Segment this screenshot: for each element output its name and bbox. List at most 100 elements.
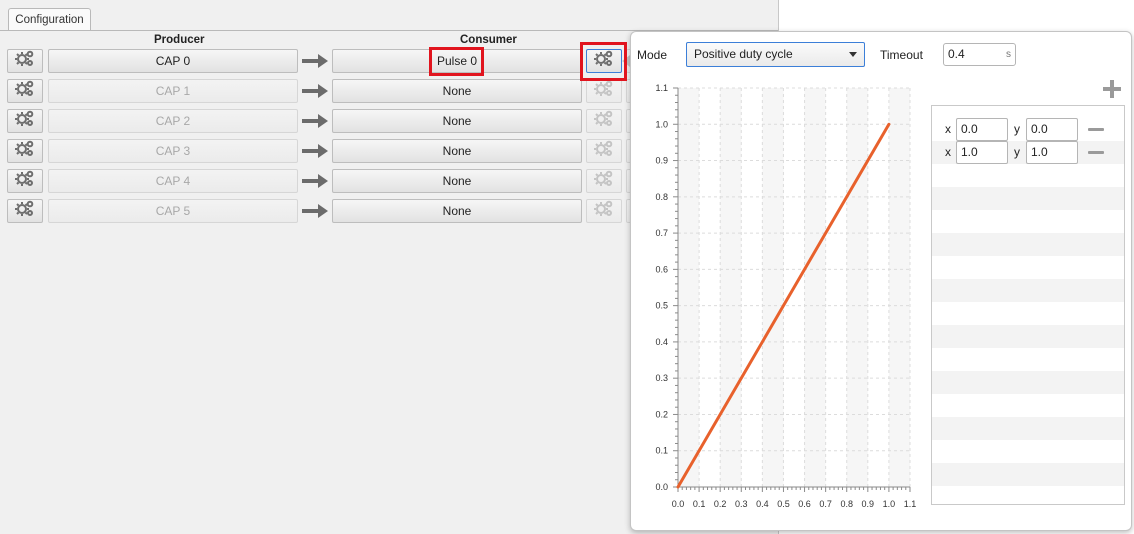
app-window: Configuration Producer Consumer CAP 0 Pul… bbox=[0, 0, 1134, 534]
duty-cycle-chart: 0.0 0.1 0.2 0.3 0.4 0.5 0.6 0.7 0.8 0.9 1.0 1.1 0.0 0… bbox=[633, 77, 923, 517]
y-tick-label: 0.6 bbox=[655, 264, 668, 274]
consumer-select-button[interactable]: Pulse 0 bbox=[332, 49, 582, 73]
table-row bbox=[932, 187, 1124, 210]
consumer-select-button[interactable]: None bbox=[332, 109, 582, 133]
point-x-input[interactable]: 0.0 bbox=[956, 118, 1008, 141]
producer-select-button[interactable]: CAP 5 bbox=[48, 199, 298, 223]
x-tick-label: 0.9 bbox=[862, 499, 875, 509]
table-row: x 1.0 y 1.0 bbox=[932, 141, 1124, 164]
chevron-down-icon bbox=[849, 52, 857, 57]
point-x-input[interactable]: 1.0 bbox=[956, 141, 1008, 164]
producer-select-button[interactable]: CAP 4 bbox=[48, 169, 298, 193]
timeout-label: Timeout bbox=[880, 48, 923, 62]
table-row bbox=[932, 233, 1124, 256]
consumer-select-button[interactable]: None bbox=[332, 169, 582, 193]
producer-select-button[interactable]: CAP 1 bbox=[48, 79, 298, 103]
consumer-settings-button[interactable] bbox=[586, 109, 622, 133]
y-tick-label: 0.2 bbox=[655, 409, 668, 419]
point-y-input[interactable]: 0.0 bbox=[1026, 118, 1078, 141]
producer-select-button[interactable]: CAP 2 bbox=[48, 109, 298, 133]
table-row bbox=[932, 486, 1124, 504]
table-row bbox=[932, 394, 1124, 417]
gear-icon bbox=[14, 79, 36, 104]
x-tick-label: 0.8 bbox=[840, 499, 853, 509]
table-row bbox=[932, 417, 1124, 440]
consumer-column-header: Consumer bbox=[460, 34, 517, 46]
gear-icon bbox=[593, 139, 615, 164]
mode-select-value: Positive duty cycle bbox=[694, 47, 793, 61]
x-tick-label: 0.1 bbox=[693, 499, 706, 509]
y-tick-label: 0.4 bbox=[655, 337, 668, 347]
point-y-input[interactable]: 1.0 bbox=[1026, 141, 1078, 164]
table-row bbox=[932, 210, 1124, 233]
y-tick-label: 1.1 bbox=[655, 83, 668, 93]
x-tick-label: 0.6 bbox=[798, 499, 811, 509]
consumer-settings-button[interactable] bbox=[586, 169, 622, 193]
table-row bbox=[932, 164, 1124, 187]
mode-select[interactable]: Positive duty cycle bbox=[686, 42, 865, 67]
y-tick-label: 0.9 bbox=[655, 156, 668, 166]
x-tick-label: 0.0 bbox=[672, 499, 685, 509]
x-label: x bbox=[945, 122, 951, 136]
consumer-select-button[interactable]: None bbox=[332, 139, 582, 163]
producer-settings-button[interactable] bbox=[7, 79, 43, 103]
chart-band bbox=[804, 88, 826, 487]
x-tick-label: 0.4 bbox=[756, 499, 769, 509]
timeout-unit: s bbox=[1006, 49, 1011, 60]
table-row bbox=[932, 325, 1124, 348]
x-tick-label: 1.1 bbox=[904, 499, 917, 509]
timeout-field[interactable]: 0.4 s bbox=[943, 43, 1016, 66]
chart-band bbox=[720, 88, 742, 487]
chart-band bbox=[846, 88, 868, 487]
table-row bbox=[932, 302, 1124, 325]
chart-band bbox=[678, 88, 700, 487]
y-tick-label: 0.8 bbox=[655, 192, 668, 202]
gear-icon bbox=[593, 199, 615, 224]
x-label: x bbox=[945, 145, 951, 159]
y-tick-label: 0.0 bbox=[655, 482, 668, 492]
producer-settings-button[interactable] bbox=[7, 139, 43, 163]
consumer-select-button[interactable]: None bbox=[332, 79, 582, 103]
producer-settings-button[interactable] bbox=[7, 109, 43, 133]
producer-select-button[interactable]: CAP 3 bbox=[48, 139, 298, 163]
y-label: y bbox=[1014, 122, 1020, 136]
add-point-icon[interactable] bbox=[1103, 80, 1121, 98]
gear-icon bbox=[14, 139, 36, 164]
popup-pointer bbox=[622, 55, 630, 67]
gear-icon bbox=[593, 109, 615, 134]
consumer-settings-button[interactable] bbox=[586, 199, 622, 223]
gear-icon bbox=[14, 49, 36, 74]
gear-icon bbox=[593, 169, 615, 194]
y-tick-label: 1.0 bbox=[655, 119, 668, 129]
consumer-settings-popup: Mode Positive duty cycle Timeout 0.4 s 0… bbox=[630, 31, 1132, 531]
consumer-settings-button[interactable] bbox=[586, 139, 622, 163]
y-tick-label: 0.3 bbox=[655, 373, 668, 383]
consumer-settings-button[interactable] bbox=[586, 79, 622, 103]
y-label: y bbox=[1014, 145, 1020, 159]
producer-select-button[interactable]: CAP 0 bbox=[48, 49, 298, 73]
gear-icon bbox=[14, 109, 36, 134]
chart-band bbox=[888, 88, 910, 487]
mode-label: Mode bbox=[637, 48, 668, 62]
x-tick-label: 0.2 bbox=[714, 499, 727, 509]
consumer-settings-button[interactable] bbox=[586, 49, 622, 73]
gear-icon bbox=[593, 79, 615, 104]
table-row bbox=[932, 440, 1124, 463]
gear-icon bbox=[593, 49, 615, 74]
chart-band bbox=[762, 88, 784, 487]
x-tick-label: 0.7 bbox=[819, 499, 832, 509]
table-row bbox=[932, 279, 1124, 302]
table-row bbox=[932, 463, 1124, 486]
gear-icon bbox=[14, 199, 36, 224]
producer-settings-button[interactable] bbox=[7, 199, 43, 223]
x-tick-label: 0.5 bbox=[777, 499, 790, 509]
tab-configuration[interactable]: Configuration bbox=[8, 8, 91, 31]
producer-settings-button[interactable] bbox=[7, 169, 43, 193]
producer-settings-button[interactable] bbox=[7, 49, 43, 73]
remove-point-icon[interactable] bbox=[1088, 151, 1104, 154]
table-row bbox=[932, 348, 1124, 371]
y-tick-label: 0.7 bbox=[655, 228, 668, 238]
remove-point-icon[interactable] bbox=[1088, 128, 1104, 131]
consumer-select-button[interactable]: None bbox=[332, 199, 582, 223]
x-tick-label: 1.0 bbox=[883, 499, 896, 509]
